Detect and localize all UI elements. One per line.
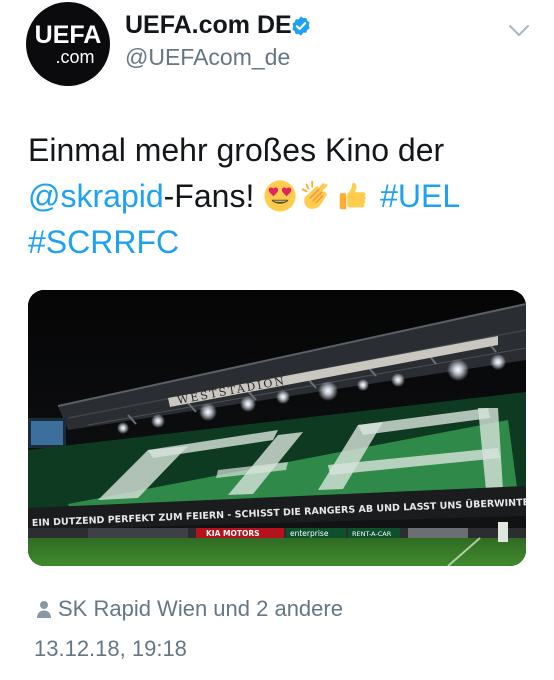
tweet-text-line: @skrapid-Fans! #UEL [28, 173, 538, 219]
tweet-text-segment: Einmal mehr großes Kino der [28, 132, 445, 168]
person-icon [37, 601, 51, 618]
clapping-hands-emoji-icon [302, 180, 328, 209]
tweet-photo[interactable]: WESTSTADION EIN DUTZEND PERFEKT ZUM FEIE… [28, 290, 526, 566]
ad-board-text: RENT-A-CAR [352, 530, 392, 538]
avatar-logo-subtext: .com [55, 47, 95, 67]
hashtag-link[interactable]: #SCRRFC [28, 224, 179, 260]
ad-board-text: KIA MOTORS [206, 529, 260, 538]
avatar-logo-text: UEFA [34, 21, 102, 49]
tweet-text-segment: -Fans! [163, 178, 255, 214]
heart-eyes-emoji-icon [264, 180, 296, 212]
stadium-photo: WESTSTADION EIN DUTZEND PERFEKT ZUM FEIE… [28, 290, 526, 566]
liked-by-text: SK Rapid Wien und 2 andere [58, 596, 343, 621]
tweet: UEFA .com UEFA.com DE @UEFAcom_de Einmal… [0, 0, 554, 680]
avatar[interactable]: UEFA .com [26, 2, 110, 86]
ad-board-text: enterprise [290, 529, 329, 538]
tweet-text-line: #SCRRFC [28, 219, 538, 265]
chevron-down-icon[interactable] [508, 24, 530, 38]
tweet-timestamp[interactable]: 13.12.18, 19:18 [34, 635, 187, 663]
user-handle[interactable]: @UEFAcom_de [125, 43, 290, 71]
tweet-text-line: Einmal mehr großes Kino der [28, 127, 538, 173]
liked-by-row[interactable]: SK Rapid Wien und 2 andere [36, 595, 343, 623]
display-name[interactable]: UEFA.com DE [125, 10, 292, 40]
mention-link[interactable]: @skrapid [28, 178, 164, 214]
hashtag-link[interactable]: #UEL [380, 178, 460, 214]
tweet-text: Einmal mehr großes Kino der @skrapid-Fan… [28, 127, 538, 265]
thumbs-up-emoji-icon [339, 182, 366, 210]
verified-badge-icon [292, 16, 310, 36]
